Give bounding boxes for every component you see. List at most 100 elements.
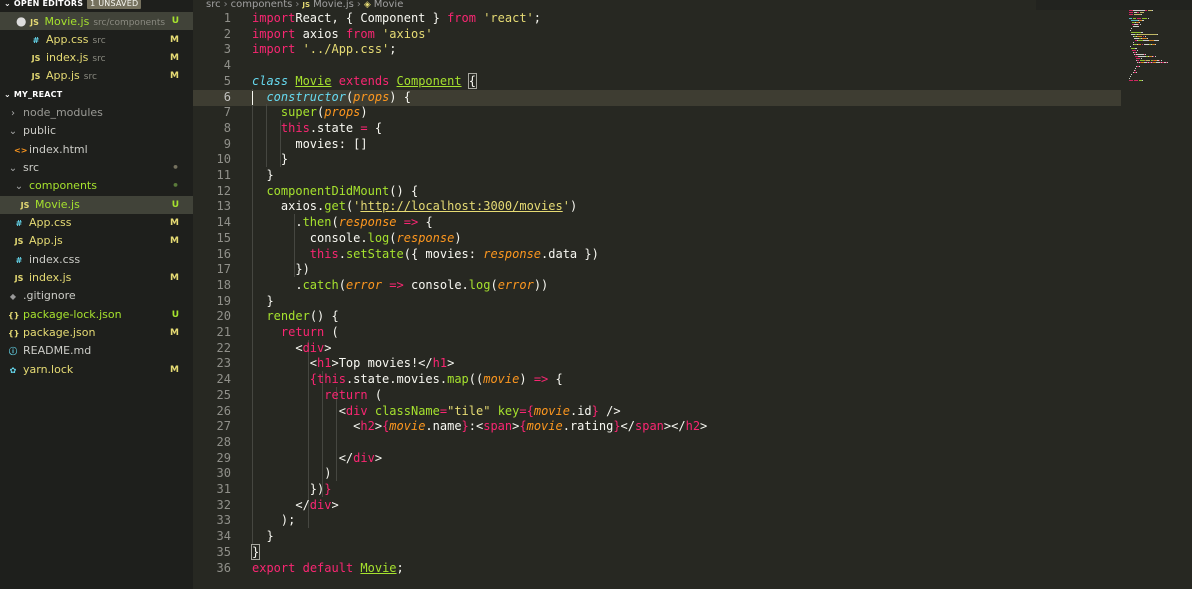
code-line[interactable]: } bbox=[252, 151, 288, 167]
tree-file-readme-md[interactable]: ⓘ README.md bbox=[0, 342, 193, 360]
code-line[interactable]: </div> bbox=[252, 497, 339, 513]
code-token: "tile" bbox=[447, 403, 491, 418]
code-line[interactable]: axios.get('http://localhost:3000/movies'… bbox=[252, 198, 577, 214]
code-line[interactable]: import '../App.css'; bbox=[252, 41, 397, 57]
open-editor-app-js[interactable]: JS App.js src M bbox=[0, 67, 193, 85]
breadcrumb-src[interactable]: src bbox=[206, 0, 221, 10]
code-line[interactable]: return ( bbox=[252, 387, 382, 403]
tree-folder-node-modules[interactable]: › node_modules bbox=[0, 104, 193, 122]
line-number: 35 bbox=[216, 544, 231, 559]
code-line[interactable]: })} bbox=[252, 481, 332, 497]
git-file-icon: ◆ bbox=[9, 292, 17, 301]
tree-file-app-js[interactable]: JS App.js M bbox=[0, 232, 193, 250]
code-line[interactable]: render() { bbox=[252, 308, 339, 324]
code-line[interactable]: this.state = { bbox=[252, 120, 382, 136]
code-line[interactable]: class Movie extends Component { bbox=[252, 72, 478, 89]
line-number: 16 bbox=[216, 246, 231, 261]
code-line[interactable]: <div className="tile" key={movie.id} /> bbox=[252, 403, 621, 419]
open-editor-app-css[interactable]: # App.css src M bbox=[0, 31, 193, 49]
tree-folder-public[interactable]: ⌄ public bbox=[0, 122, 193, 140]
code-line[interactable]: <h1>Top movies!</h1> bbox=[252, 355, 455, 371]
code-line[interactable]: }) bbox=[252, 261, 309, 277]
code-line[interactable]: import axios from 'axios' bbox=[252, 26, 433, 42]
code-token: ) bbox=[569, 199, 578, 214]
minimap[interactable] bbox=[1125, 10, 1192, 90]
line-number: 29 bbox=[216, 450, 231, 465]
tree-file-package-lock-json[interactable]: {} package-lock.json U bbox=[0, 306, 193, 324]
tree-file-yarn-lock[interactable]: ✿ yarn.lock M bbox=[0, 361, 193, 379]
code-line[interactable]: console.log(response) bbox=[252, 230, 462, 246]
code-line[interactable]: this.setState({ movies: response.data }) bbox=[252, 246, 599, 262]
code-line[interactable]: componentDidMount() { bbox=[252, 183, 418, 199]
code-line[interactable]: return ( bbox=[252, 324, 339, 340]
code-line[interactable]: } bbox=[252, 293, 273, 309]
code-line[interactable]: <h2>{movie.name}:<span>{movie.rating}</s… bbox=[252, 418, 707, 434]
code-token: class bbox=[252, 73, 289, 88]
tree-file-movie-js[interactable]: JS Movie.js U bbox=[0, 196, 193, 214]
code-token: import bbox=[252, 42, 296, 57]
code-token: . bbox=[252, 277, 303, 292]
code-token: Component bbox=[396, 73, 462, 88]
code-token: > bbox=[331, 497, 339, 512]
code-token: . bbox=[338, 246, 346, 261]
open-editor-index-js[interactable]: JS index.js src M bbox=[0, 49, 193, 67]
breadcrumb-file[interactable]: Movie.js bbox=[313, 0, 354, 10]
code-token: response bbox=[483, 246, 542, 261]
project-header[interactable]: ⌄ MY_REACT bbox=[0, 87, 193, 103]
code-line[interactable]: export default Movie; bbox=[252, 560, 404, 576]
breadcrumb-symbol[interactable]: Movie bbox=[374, 0, 404, 10]
code-line[interactable]: constructor(props) { bbox=[252, 89, 411, 105]
code-line[interactable]: importReact, { Component } from 'react'; bbox=[252, 10, 541, 26]
code-line[interactable]: movies: [] bbox=[252, 136, 367, 152]
code-token: () { bbox=[309, 309, 339, 324]
code-line[interactable]: } bbox=[252, 167, 273, 183]
tree-file-app-css[interactable]: # App.css M bbox=[0, 214, 193, 232]
tree-file-index-html[interactable]: <> index.html bbox=[0, 141, 193, 159]
tree-folder-src[interactable]: ⌄ src • bbox=[0, 159, 193, 177]
code-line[interactable]: .catch(error => console.log(error)) bbox=[252, 277, 548, 293]
modified-dot: • bbox=[171, 161, 179, 174]
tree-file-gitignore[interactable]: ◆ .gitignore bbox=[0, 287, 193, 305]
tree-file-index-js[interactable]: JS index.js M bbox=[0, 269, 193, 287]
code-line[interactable]: <div> bbox=[252, 340, 331, 356]
code-token: ; bbox=[389, 42, 397, 57]
code-token: { bbox=[555, 372, 563, 387]
tree-file-package-json[interactable]: {} package.json M bbox=[0, 324, 193, 342]
line-number: 8 bbox=[223, 120, 231, 135]
code-line[interactable]: } bbox=[250, 543, 261, 560]
code-line[interactable]: } bbox=[252, 528, 273, 544]
chevron-right-icon: › bbox=[11, 108, 15, 119]
git-status-flag: U bbox=[171, 310, 179, 320]
code-line[interactable]: ) bbox=[252, 465, 331, 481]
code-token: import bbox=[252, 11, 296, 25]
code-line[interactable]: </div> bbox=[252, 450, 382, 466]
code-line[interactable]: super(props) bbox=[252, 104, 368, 120]
code-line[interactable]: ); bbox=[252, 512, 295, 528]
code-token: .state bbox=[309, 120, 361, 135]
tree-folder-components[interactable]: ⌄ components • bbox=[0, 177, 193, 195]
line-number: 3 bbox=[223, 42, 231, 57]
code-token: ' bbox=[562, 199, 570, 214]
chevron-down-icon: ⌄ bbox=[4, 0, 14, 8]
code-token: console. bbox=[410, 277, 469, 292]
line-number: 5 bbox=[223, 73, 231, 88]
line-number: 9 bbox=[223, 136, 231, 151]
code-token: div bbox=[353, 450, 375, 465]
code-editor[interactable]: 1 2 3 4 5 6 7 8 9 10 11 12 13 14 15 16 17 18 19 20 21 22 23 24 2… bbox=[193, 10, 1123, 589]
code-token: /> bbox=[606, 403, 621, 418]
open-editors-header[interactable]: ⌄ OPEN EDITORS 1 UNSAVED bbox=[0, 0, 193, 12]
code-line[interactable]: {this.state.movies.map((movie) => { bbox=[252, 371, 563, 387]
code-token: h1 bbox=[432, 356, 448, 371]
breadcrumb-components[interactable]: components bbox=[231, 0, 293, 10]
code-token: }) bbox=[252, 482, 325, 496]
line-number: 25 bbox=[216, 387, 231, 402]
open-editor-movie-js[interactable]: ● JS Movie.js src/components U bbox=[0, 12, 193, 30]
code-line[interactable]: .then(response => { bbox=[252, 214, 432, 230]
breadcrumb-separator-icon: › bbox=[295, 0, 300, 10]
code-token: from bbox=[345, 26, 375, 41]
tree-file-index-css[interactable]: # index.css bbox=[0, 251, 193, 269]
